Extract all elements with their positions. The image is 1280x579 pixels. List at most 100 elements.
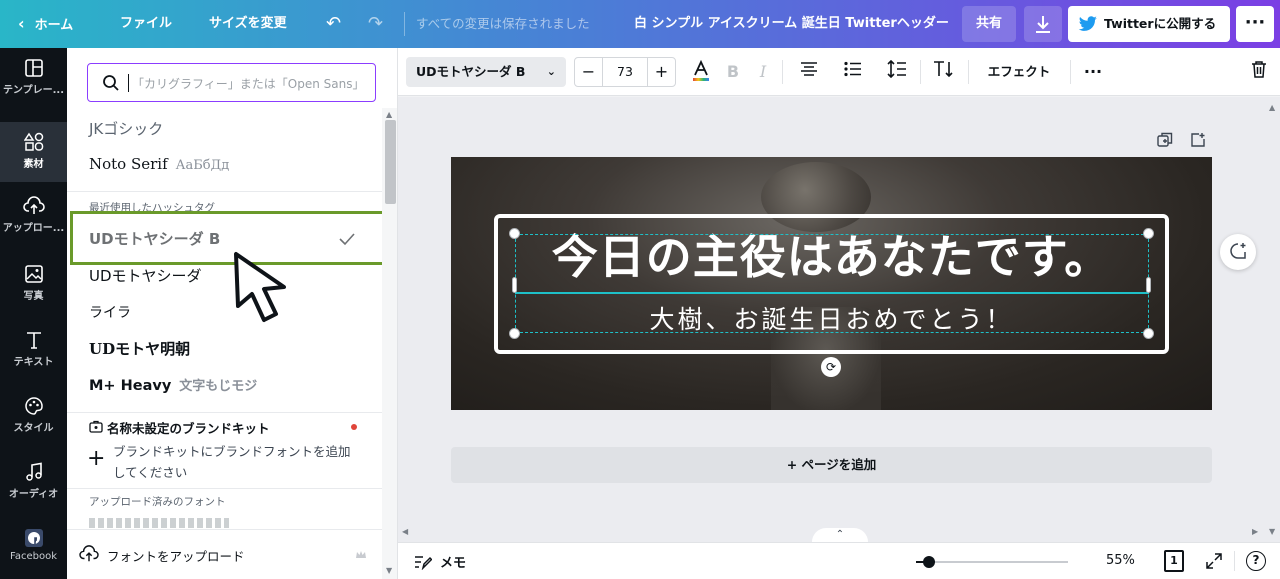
redo-icon[interactable]: ↷ [368,0,383,48]
font-sample: АаБбДд [175,158,230,173]
rail-item-templates[interactable]: テンプレー... [0,58,67,96]
fullscreen-icon[interactable] [1206,553,1222,569]
selection-guide [515,292,1149,294]
rail-item-text[interactable]: テキスト [0,330,67,368]
add-page-icon[interactable] [1190,132,1206,148]
file-menu[interactable]: ファイル [120,0,172,48]
font-item[interactable]: UDモトヤシーダ [89,265,202,286]
font-size-value[interactable]: 73 [603,58,647,86]
scroll-up-icon[interactable]: ▲ [1269,103,1275,112]
zoom-slider-track[interactable] [916,561,1068,563]
zoom-value[interactable]: 55% [1106,553,1135,568]
duplicate-page-icon[interactable] [1157,132,1173,148]
divider [67,191,382,192]
font-size-stepper[interactable]: − 73 + [574,57,676,87]
search-placeholder: 「カリグラフィー」または「Open Sans」 [132,77,365,91]
uploaded-font-preview [89,518,229,528]
rail-label: 写真 [23,291,44,302]
notes-icon[interactable] [414,554,432,570]
undo-icon[interactable]: ↶ [326,0,341,48]
font-item[interactable]: M+ Heavy 文字もじモジ [89,375,257,394]
line-spacing-icon[interactable] [886,59,908,84]
font-item[interactable]: UDモトヤ明朝 [89,338,190,359]
font-name: JKゴシック [89,120,164,138]
scrollbar-thumb[interactable] [385,120,396,204]
document-title[interactable]: 白 シンプル アイスクリーム 誕生日 Twitterヘッダー [634,0,949,48]
font-name: Noto Serif [89,155,168,173]
resize-menu[interactable]: サイズを変更 [209,0,287,48]
rail-item-facebook[interactable]: Facebook [0,528,67,562]
editor-toolbar: UDモトヤシーダ B ⌄ − 73 + B I エフェクト ··· [398,48,1280,96]
expand-pages-button[interactable]: ⌃ [812,528,868,542]
increase-size-button[interactable]: + [647,58,675,86]
scroll-left-icon[interactable]: ◀ [402,527,408,536]
top-bar: ‹ ホーム ファイル サイズを変更 ↶ ↷ すべての変更は保存されました 白 シン… [0,0,1280,48]
divider [1234,551,1235,571]
canvas-scrollbar[interactable]: ▲ ▼ [1266,97,1280,542]
comment-button[interactable] [1220,234,1256,270]
font-item[interactable]: ライラ [89,302,131,322]
scroll-down-icon[interactable]: ▼ [1269,527,1275,536]
italic-icon[interactable]: I [754,60,772,84]
notes-label[interactable]: メモ [440,552,466,571]
font-item[interactable]: Noto Serif АаБбДд [89,155,229,173]
rotate-handle-icon[interactable]: ⟳ [821,357,841,377]
font-name: M+ Heavy [89,378,172,394]
home-label: ホーム [34,18,74,33]
scroll-down-icon[interactable]: ▼ [386,566,392,575]
rail-item-audio[interactable]: オーディオ [0,462,67,500]
mouse-cursor-icon [234,252,286,322]
save-status: すべての変更は保存されました [416,16,590,31]
download-button[interactable] [1024,6,1062,42]
rail-label: スタイル [13,423,54,434]
font-sample: 文字もじモジ [179,379,258,394]
plus-icon[interactable]: + [87,448,105,470]
help-icon[interactable]: ? [1246,551,1266,571]
font-family-dropdown[interactable]: UDモトヤシーダ B ⌄ [406,57,566,87]
upload-font-button[interactable]: フォントをアップロード [67,529,382,579]
text-caret [128,74,129,92]
divider [404,12,405,36]
bold-icon[interactable]: B [724,60,742,84]
font-item[interactable]: JKゴシック [89,118,163,139]
add-page-button[interactable]: + ページを追加 [451,447,1212,483]
brand-kit-add-text[interactable]: ブランドキットにブランドフォントを追加してください [113,441,358,483]
comment-add-icon [1230,243,1246,259]
trash-icon[interactable] [1248,60,1270,84]
bullet-list-icon[interactable] [842,60,864,84]
scroll-right-icon[interactable]: ▶ [1252,527,1258,536]
more-options-button[interactable]: ··· [1236,6,1274,42]
text-color-icon [693,59,709,81]
font-name: UDモトヤ明朝 [89,340,191,358]
share-button[interactable]: 共有 [962,6,1016,42]
rail-item-styles[interactable]: スタイル [0,396,67,434]
design-page[interactable]: 今日の主役はあなたです。 大樹、お誕生日おめでとう！ ⟳ [451,157,1212,410]
effects-button[interactable]: エフェクト [984,60,1054,84]
text-color-button[interactable] [690,59,712,84]
font-search-input[interactable]: 「カリグラフィー」または「Open Sans」 [87,63,376,102]
divider [1070,60,1071,84]
resize-handle-bottom-left[interactable] [509,328,520,339]
scroll-up-icon[interactable]: ▲ [386,110,392,119]
publish-twitter-button[interactable]: Twitterに公開する [1068,6,1230,42]
zoom-slider-knob[interactable] [923,556,935,568]
brand-kit-title: 名称未設定のブランドキット [107,421,270,436]
vertical-text-icon[interactable] [932,60,956,84]
rail-item-uploads[interactable]: アップロー... [0,196,67,234]
rail-item-photos[interactable]: 写真 [0,264,67,302]
resize-handle-right[interactable] [1146,277,1151,293]
page-count-button[interactable]: 1 [1164,550,1184,572]
resize-handle-top-right[interactable] [1143,228,1154,239]
resize-handle-left[interactable] [512,277,517,293]
canvas-area[interactable]: 今日の主役はあなたです。 大樹、お誕生日おめでとう！ ⟳ + ページを追加 ▲ … [398,97,1280,542]
more-toolbar-icon[interactable]: ··· [1082,60,1104,84]
resize-handle-top-left[interactable] [509,228,520,239]
resize-handle-bottom-right[interactable] [1143,328,1154,339]
home-button[interactable]: ‹ ホーム [18,0,73,48]
upload-label: フォントをアップロード [107,549,245,564]
uploaded-heading: アップロード済みのフォント [89,496,226,508]
divider [968,60,969,84]
decrease-size-button[interactable]: − [575,58,603,86]
align-center-icon[interactable] [798,60,820,84]
rail-item-elements[interactable]: 素材 [0,122,67,182]
